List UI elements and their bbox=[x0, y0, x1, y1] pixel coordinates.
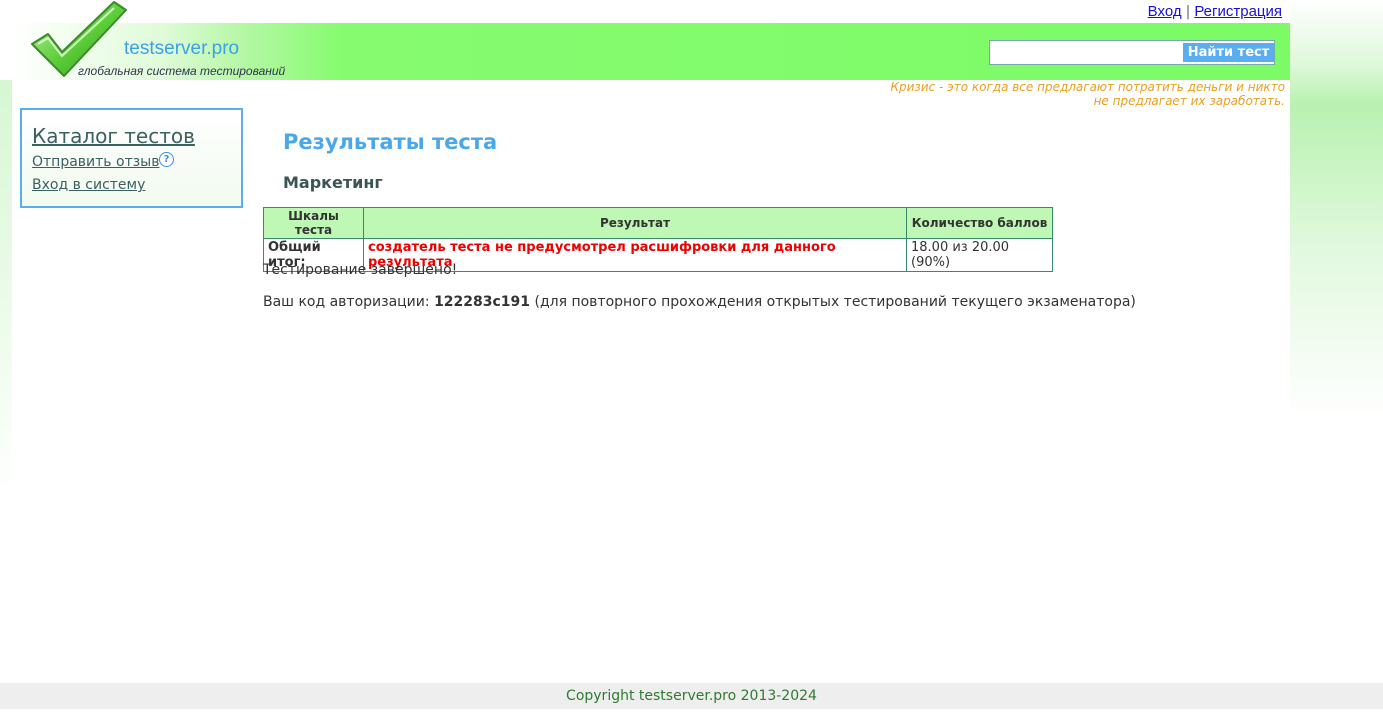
quote: Кризис - это когда все предлагают потрат… bbox=[865, 80, 1285, 108]
site-tagline: глобальная система тестирований bbox=[78, 64, 286, 78]
search-button[interactable]: Найти тест bbox=[1183, 43, 1274, 62]
auth-code: 122283c191 bbox=[434, 294, 531, 310]
header-score: Количество баллов bbox=[906, 207, 1053, 239]
table-header-row: Шкалы теста Результат Количество баллов bbox=[263, 207, 1053, 239]
search-input[interactable] bbox=[992, 43, 1180, 62]
auth-code-prefix: Ваш код авторизации: bbox=[263, 294, 435, 310]
auth-links: Вход | Регистрация bbox=[1148, 3, 1282, 20]
help-icon[interactable]: ? bbox=[159, 152, 174, 167]
sidebar-feedback-link[interactable]: Отправить отзыв bbox=[32, 154, 159, 170]
quote-line-2: не предлагает их заработать. bbox=[1093, 94, 1285, 108]
row-score: 18.00 из 20.00 (90%) bbox=[906, 238, 1053, 272]
quote-line-1: Кризис - это когда все предлагают потрат… bbox=[890, 80, 1285, 94]
search-form: Найти тест bbox=[989, 40, 1275, 65]
sidebar-catalog-link[interactable]: Каталог тестов bbox=[32, 124, 195, 148]
auth-separator: | bbox=[1185, 4, 1191, 20]
auth-code-line: Ваш код авторизации: 122283c191 (для пов… bbox=[263, 294, 1136, 310]
completion-message: Тестирование завершено! bbox=[263, 262, 458, 278]
header-scale: Шкалы теста bbox=[263, 207, 364, 239]
header-result: Результат bbox=[363, 207, 907, 239]
left-side-gradient bbox=[0, 80, 12, 680]
site-name[interactable]: testserver.pro bbox=[124, 38, 239, 60]
test-name: Маркетинг bbox=[283, 173, 383, 192]
sidebar-menu: Каталог тестов Отправить отзыв ? Вход в … bbox=[20, 108, 243, 208]
auth-code-suffix: (для повторного прохождения открытых тес… bbox=[530, 294, 1136, 310]
page-title: Результаты теста bbox=[283, 130, 498, 154]
footer: Copyright testserver.pro 2013-2024 bbox=[0, 683, 1383, 709]
right-side-gradient bbox=[1290, 0, 1383, 420]
copyright: Copyright testserver.pro 2013-2024 bbox=[566, 688, 817, 704]
login-link[interactable]: Вход bbox=[1148, 3, 1182, 20]
sidebar-login-link[interactable]: Вход в систему bbox=[32, 177, 145, 193]
register-link[interactable]: Регистрация bbox=[1194, 3, 1282, 20]
